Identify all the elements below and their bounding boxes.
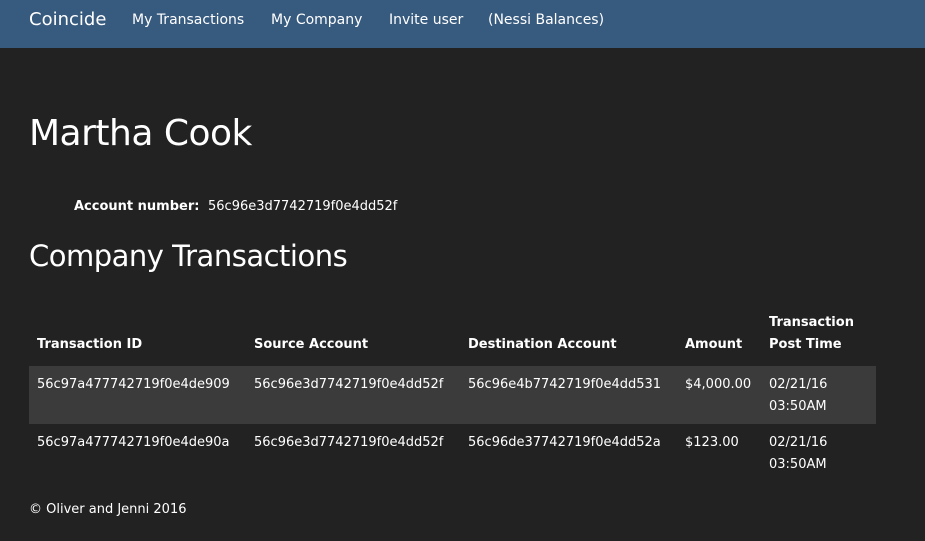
navbar: Coincide My Transactions My Company Invi…	[0, 0, 925, 48]
section-title: Company Transactions	[29, 239, 348, 273]
header-transaction-id: Transaction ID	[37, 337, 143, 352]
table-row: 56c97a477742719f0e4de909 56c96e3d7742719…	[29, 366, 876, 424]
header-source-account: Source Account	[254, 337, 369, 352]
page-title: Martha Cook	[29, 113, 252, 154]
cell-post-time: 02/21/16 03:50AM	[769, 435, 828, 472]
cell-amount: $4,000.00	[685, 377, 752, 392]
cell-source-account: 56c96e3d7742719f0e4dd52f	[254, 435, 444, 450]
cell-transaction-id: 56c97a477742719f0e4de90a	[37, 435, 230, 450]
nav-nessi-balances[interactable]: (Nessi Balances)	[488, 11, 604, 29]
cell-transaction-id: 56c97a477742719f0e4de909	[37, 377, 230, 392]
header-destination-account: Destination Account	[468, 337, 617, 352]
footer-copyright: © Oliver and Jenni 2016	[29, 502, 187, 517]
cell-destination-account: 56c96de37742719f0e4dd52a	[468, 435, 661, 450]
transactions-table: Transaction ID Source Account Destinatio…	[29, 310, 876, 482]
brand-link[interactable]: Coincide	[29, 10, 106, 30]
table-header-row: Transaction ID Source Account Destinatio…	[29, 310, 876, 366]
table-row: 56c97a477742719f0e4de90a 56c96e3d7742719…	[29, 424, 876, 482]
cell-source-account: 56c96e3d7742719f0e4dd52f	[254, 377, 444, 392]
nav-my-transactions[interactable]: My Transactions	[132, 11, 244, 29]
account-number-label: Account number:	[74, 199, 200, 214]
header-post-time: Transaction Post Time	[769, 315, 854, 352]
cell-destination-account: 56c96e4b7742719f0e4dd531	[468, 377, 662, 392]
cell-post-time: 02/21/16 03:50AM	[769, 377, 828, 414]
nav-my-company[interactable]: My Company	[271, 11, 362, 29]
cell-amount: $123.00	[685, 435, 739, 450]
nav-invite-user[interactable]: Invite user	[389, 11, 463, 29]
account-number-value: 56c96e3d7742719f0e4dd52f	[208, 199, 398, 214]
header-amount: Amount	[685, 337, 743, 352]
